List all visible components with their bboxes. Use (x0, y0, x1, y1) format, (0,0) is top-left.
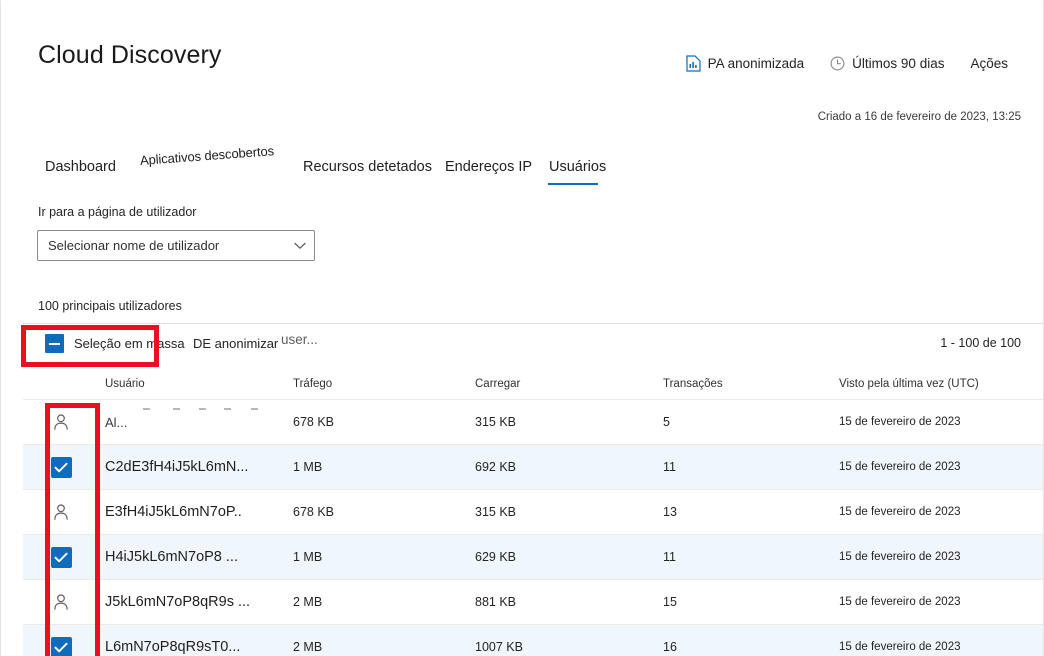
tab-dashboard[interactable]: Dashboard (45, 159, 116, 175)
table-row[interactable]: E3fH4iJ5kL6mN7oP.. 678 KB 315 KB 13 15 d… (23, 490, 1043, 535)
time-range-label: Últimos 90 dias (852, 56, 945, 71)
chevron-down-icon (286, 242, 314, 250)
bulk-selection-button[interactable]: Seleção em massa (45, 334, 185, 353)
tab-users[interactable]: Usuários (549, 159, 606, 175)
cell-upload: 692 KB (475, 460, 517, 474)
cell-user[interactable]: C2dE3fH4iJ5kL6mN... (105, 445, 290, 489)
table-row[interactable]: J5kL6mN7oP8qR9s ... 2 MB 881 KB 15 15 de… (23, 580, 1043, 625)
row-select-cell[interactable] (23, 400, 99, 444)
tab-detected-resources[interactable]: Recursos detetados (303, 159, 432, 175)
column-header-transactions[interactable]: Transações (663, 378, 838, 390)
cell-user[interactable]: J5kL6mN7oP8qR9s ... (105, 580, 290, 624)
page-title: Cloud Discovery (38, 41, 222, 69)
cell-user[interactable]: H4iJ5kL6mN7oP8 ... (105, 535, 290, 579)
cell-transactions: 15 (663, 595, 677, 609)
cell-traffic: 1 MB (293, 550, 323, 564)
tab-discovered-apps[interactable]: Aplicativos descobertos (139, 143, 274, 168)
cell-last-seen: 15 de fevereiro de 2023 (839, 461, 961, 473)
report-selector-label: PA anonimizada (707, 56, 805, 71)
cell-last-seen: 15 de fevereiro de 2023 (839, 641, 961, 653)
created-timestamp: Criado a 16 de fevereiro de 2023, 13:25 (817, 111, 1021, 123)
cell-traffic: 2 MB (293, 595, 323, 609)
cell-transactions: 5 (663, 415, 670, 429)
actions-menu-label: Ações (970, 56, 1008, 71)
row-select-cell[interactable] (23, 445, 99, 489)
cell-transactions: 13 (663, 505, 677, 519)
list-toolbar: Seleção em massa DE anonimizar user... 1… (23, 324, 1043, 368)
cell-last-seen: 15 de fevereiro de 2023 (839, 416, 961, 428)
cell-last-seen: 15 de fevereiro de 2023 (839, 596, 961, 608)
users-table: Usuário Tráfego Carregar Transações Vist… (23, 372, 1043, 656)
pagination-range: 1 - 100 de 100 (940, 336, 1021, 350)
table-row[interactable]: H4iJ5kL6mN7oP8 ... 1 MB 629 KB 11 15 de … (23, 535, 1043, 580)
deanonymize-button[interactable]: DE anonimizar (193, 336, 278, 351)
column-header-upload[interactable]: Carregar (475, 378, 650, 390)
cell-upload: 1007 KB (475, 640, 523, 654)
cell-traffic: 678 KB (293, 505, 335, 519)
cell-traffic: 678 KB (293, 415, 335, 429)
cell-upload: 315 KB (475, 505, 517, 519)
cell-user[interactable]: E3fH4iJ5kL6mN7oP.. (105, 490, 290, 534)
cell-transactions: 11 (663, 460, 676, 474)
checkmark-icon[interactable] (50, 636, 72, 656)
checkmark-icon[interactable] (50, 456, 72, 478)
cell-traffic: 1 MB (293, 460, 323, 474)
clock-icon (830, 56, 845, 71)
cell-transactions: 16 (663, 640, 677, 654)
cell-upload: 881 KB (475, 595, 517, 609)
active-tab-indicator (548, 183, 598, 185)
indeterminate-checkbox-icon[interactable] (45, 334, 64, 353)
column-header-user[interactable]: Usuário (105, 378, 290, 390)
person-icon[interactable] (51, 502, 71, 522)
row-select-cell[interactable] (23, 490, 99, 534)
table-row[interactable]: L6mN7oP8qR9sT0... 2 MB 1007 KB 16 15 de … (23, 625, 1043, 656)
time-range-button[interactable]: Últimos 90 dias (817, 56, 957, 71)
username-select-value: Selecionar nome de utilizador (48, 238, 220, 253)
bulk-selection-label: Seleção em massa (74, 336, 185, 351)
report-chart-icon (685, 55, 701, 72)
username-select[interactable]: Selecionar nome de utilizador (37, 230, 315, 261)
person-icon[interactable] (51, 412, 71, 432)
cell-user[interactable]: Al... (105, 400, 290, 444)
tab-bar: Dashboard Aplicativos descobertos Recurs… (45, 143, 1005, 185)
table-row[interactable]: Al... 678 KB 315 KB 5 15 de fevereiro de… (23, 400, 1043, 445)
user-page-field-label: Ir para a página de utilizador (38, 205, 197, 219)
row-select-cell[interactable] (23, 625, 99, 656)
cell-user[interactable]: L6mN7oP8qR9sT0... (105, 625, 290, 656)
checkmark-icon[interactable] (50, 546, 72, 568)
person-icon[interactable] (51, 592, 71, 612)
table-header-row: Usuário Tráfego Carregar Transações Vist… (23, 372, 1043, 400)
cell-traffic: 2 MB (293, 640, 323, 654)
tab-ip-addresses[interactable]: Endereços IP (445, 159, 532, 175)
cell-last-seen: 15 de fevereiro de 2023 (839, 506, 961, 518)
header-actions: PA anonimizada Últimos 90 dias Ações (673, 55, 1021, 72)
cloud-discovery-page: Cloud Discovery PA anonimizada Últimos 9… (0, 0, 1044, 656)
cell-upload: 315 KB (475, 415, 517, 429)
column-header-last-seen[interactable]: Visto pela última vez (UTC) (839, 378, 1043, 390)
cell-user-text: Al... (105, 414, 128, 430)
redacted-name-placeholder (141, 408, 290, 414)
top-users-count-label: 100 principais utilizadores (38, 299, 182, 313)
cell-upload: 629 KB (475, 550, 517, 564)
actions-menu-button[interactable]: Ações (957, 56, 1021, 71)
deanonymize-target-label: user... (281, 332, 318, 347)
column-header-traffic[interactable]: Tráfego (293, 378, 468, 390)
row-select-cell[interactable] (23, 535, 99, 579)
row-select-cell[interactable] (23, 580, 99, 624)
report-selector-button[interactable]: PA anonimizada (673, 55, 818, 72)
cell-transactions: 11 (663, 550, 676, 564)
table-row[interactable]: C2dE3fH4iJ5kL6mN... 1 MB 692 KB 11 15 de… (23, 445, 1043, 490)
cell-last-seen: 15 de fevereiro de 2023 (839, 551, 961, 563)
